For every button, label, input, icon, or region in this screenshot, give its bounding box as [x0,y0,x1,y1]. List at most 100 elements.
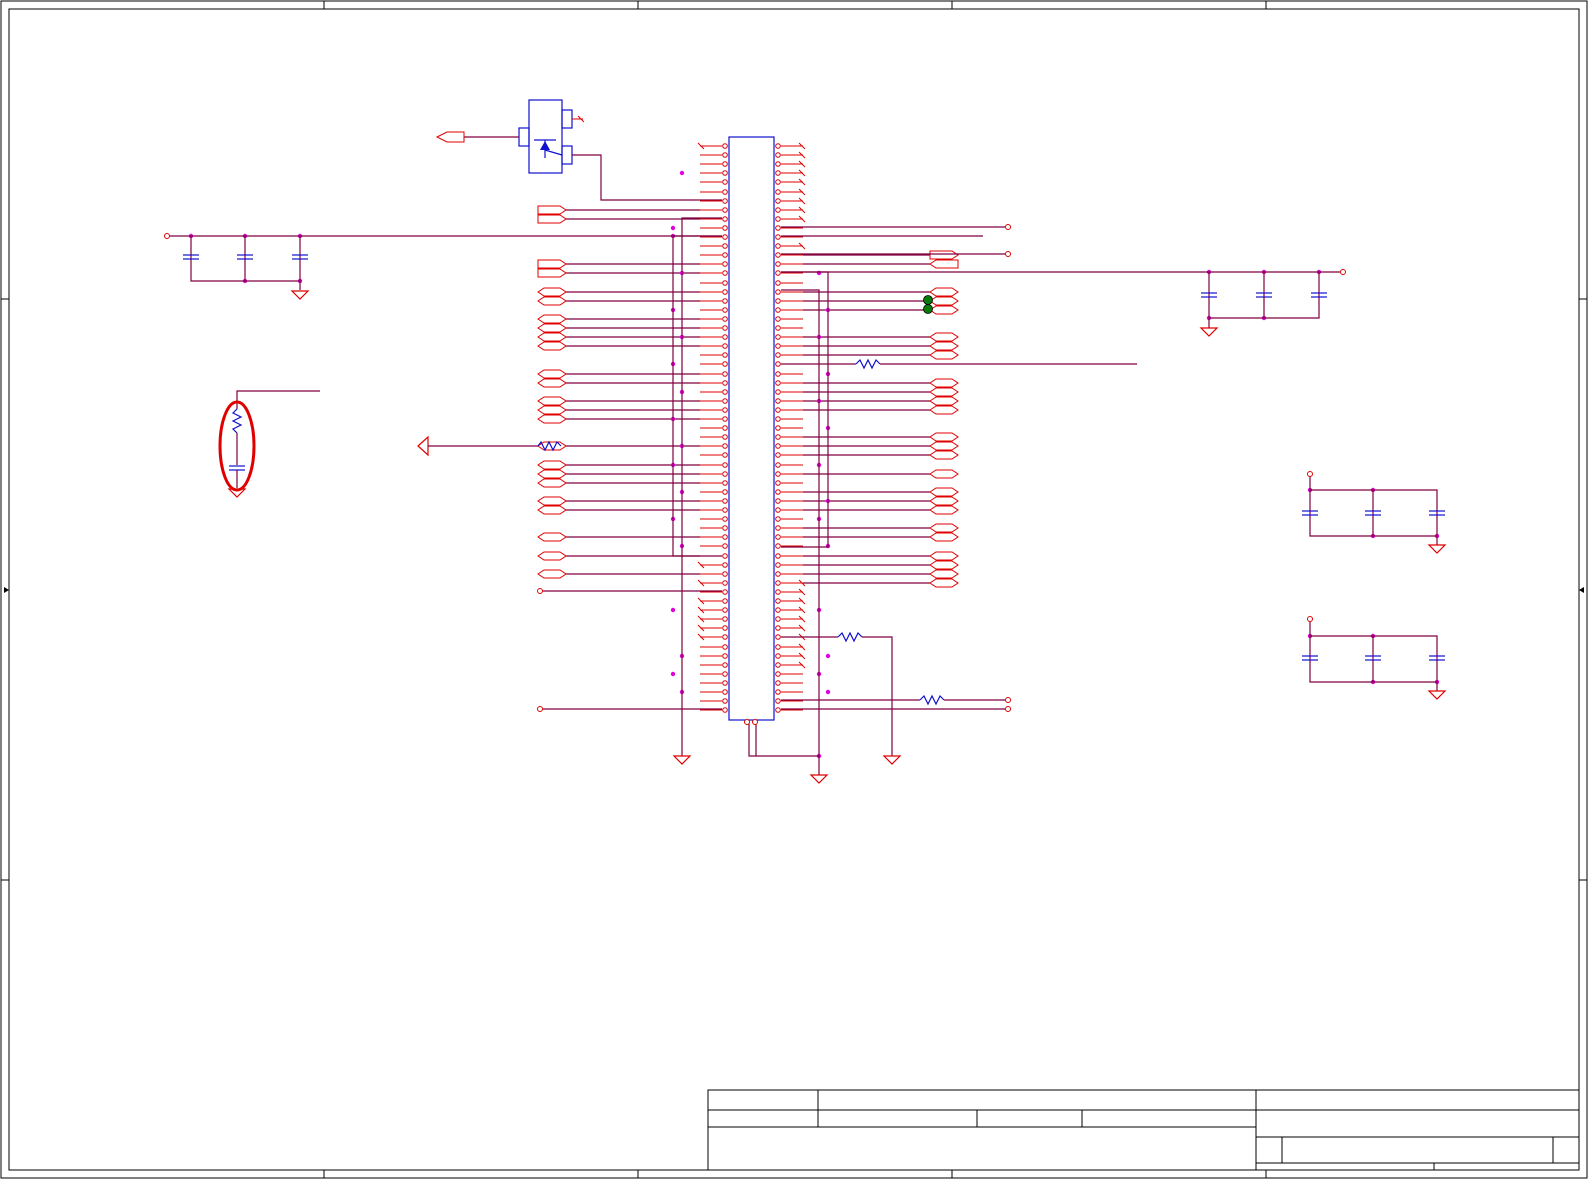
net-port-right [803,405,959,415]
connector-pin-left [700,398,728,404]
net-port-right [803,250,959,260]
net-port-left [537,205,700,215]
connector-pin-left [700,516,728,522]
net-port-left [537,259,700,269]
net-port-right [803,578,959,588]
connector-pin-right [775,615,806,623]
net-port-right [803,350,959,360]
net-port-left [537,369,700,379]
connector-pin-left [700,234,728,240]
net-port-right [803,532,959,542]
junction-dot [679,170,685,176]
connector-pin-right [775,707,803,713]
net-port-left [537,469,700,479]
connector-pin-right [775,316,803,322]
connector-pin-right [775,571,803,577]
net-port-left [537,323,700,333]
connector-pin-left [697,606,728,614]
connector-pin-left [700,498,728,504]
connector-pin-left [700,489,728,495]
net-port-right [803,259,959,269]
connector-pin-left [700,280,728,286]
connector-pin-left [700,425,728,431]
connector-pin-left [700,471,728,477]
net-port-right [803,432,959,442]
net-port-left [537,532,700,542]
net-port-right [803,287,959,297]
net-port-right [803,469,959,479]
net-port-left [537,287,700,297]
connector-pin-left [700,698,728,704]
connector-pin-right [775,270,803,276]
connector-pin-right [775,242,806,250]
rc-network [227,390,320,498]
connector-pin-left [700,480,728,486]
connector-pin-right [775,325,803,331]
connector-pin-right [775,606,806,614]
connector-pin-right [775,624,806,632]
connector-pin-left [700,689,728,695]
connector-pin-right [775,507,803,513]
connector-pins-right [775,142,806,713]
connector-pin-right [775,197,806,205]
connector-pin-left [700,216,728,222]
connector-pin-right [775,352,803,358]
net-port-right [803,296,959,306]
decoupling-caps-group-1 [1302,471,1447,554]
connector-pin-left [700,389,728,395]
connector-pin-right [775,142,806,150]
net-port-left [537,478,700,488]
connector-pin-left [700,316,728,322]
connector-pin-left [700,653,728,659]
connector-pin-right [775,652,806,660]
connector-pin-right [775,516,803,522]
net-port-right [803,560,959,570]
connector-pin-right [775,443,803,449]
series-resistors [537,224,1137,765]
connector-pin-right [775,680,803,686]
connector-pin-left [700,152,728,158]
connector-pin-left [700,380,728,386]
connector-pin-right [775,178,806,186]
connector-pin-left [700,525,728,531]
connector-pin-left [700,644,728,650]
net-port-left [537,496,700,506]
net-port-right [803,332,959,342]
main-connector [728,136,775,721]
net-port-right [803,487,959,497]
left-power-rail [164,233,722,300]
connector-pin-left [700,371,728,377]
connector-pin-right [775,234,803,240]
connector-pin-right [775,698,803,704]
connector-pin-right [775,407,803,413]
connector-pin-left [700,198,728,204]
connector-pin-left [700,416,728,422]
connector-pin-right [775,169,806,177]
connector-pin-left [697,142,728,150]
net-port-left [537,341,700,351]
connector-pin-left [700,662,728,668]
net-port-left [537,460,700,470]
connector-pin-right [775,188,806,196]
connector-pin-right [775,398,803,404]
connector-pin-right [775,425,803,431]
net-port-left [537,332,700,342]
decoupling-caps-group-2 [1302,616,1447,700]
connector-pin-left [700,434,728,440]
net-port-left [537,314,700,324]
right-net-wires [188,233,1440,759]
connector-pin-left [700,298,728,304]
title-block [707,1089,1580,1171]
junction-dot [670,225,676,231]
connector-pin-right [775,298,803,304]
net-port-right [803,569,959,579]
net-port-right [803,505,959,515]
ground-symbols [672,755,829,784]
connector-pin-left [700,207,728,213]
net-port-left [537,405,700,415]
net-port-left [537,296,700,306]
net-port-right [803,523,959,533]
net-port-left [537,505,700,515]
connector-pin-left [700,343,728,349]
connector-pin-right [775,452,803,458]
